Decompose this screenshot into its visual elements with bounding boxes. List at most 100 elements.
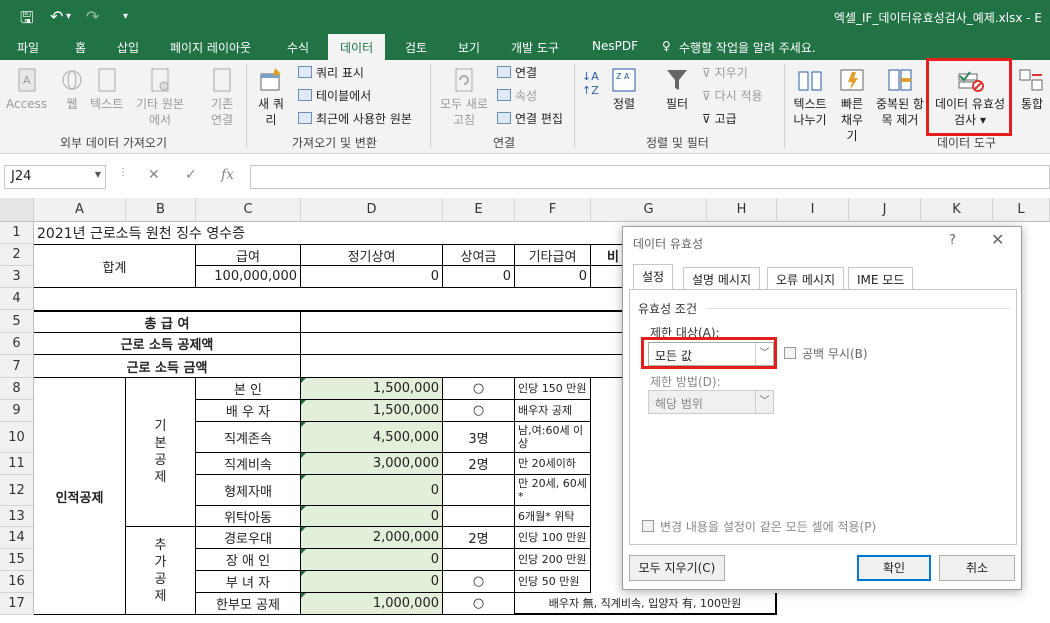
income-value[interactable] xyxy=(301,355,623,378)
tab-insert[interactable]: 삽입 xyxy=(117,39,139,56)
tab-developer[interactable]: 개발 도구 xyxy=(511,39,559,56)
item-name[interactable]: 직계존속 xyxy=(196,422,301,453)
item-note[interactable]: 만 20세, 60세* xyxy=(515,475,591,506)
row-header-14[interactable]: 14 xyxy=(0,527,34,549)
col-header-c[interactable]: C xyxy=(196,198,301,222)
row-header-5[interactable]: 5 xyxy=(0,310,34,333)
item-amount[interactable]: 1,000,000 xyxy=(301,593,443,615)
refresh-all-button[interactable]: 모두 새로 고침 xyxy=(436,66,492,128)
redo-icon[interactable]: ↷ xyxy=(86,7,99,26)
recent-sources-button[interactable]: 최근에 사용한 원본 xyxy=(298,110,412,128)
filter-button[interactable]: 필터 xyxy=(663,66,691,112)
chevron-down-icon[interactable]: ﹀ xyxy=(755,391,773,413)
connections-button[interactable]: 연결 xyxy=(497,64,537,82)
item-amount[interactable]: 1,500,000 xyxy=(301,400,443,422)
sort-button[interactable]: Z A 정렬 xyxy=(610,66,638,112)
item-note[interactable]: 인당 150 만원 xyxy=(515,378,591,400)
tab-data[interactable]: 데이터 xyxy=(328,34,386,60)
item-name[interactable]: 한부모 공제 xyxy=(196,593,301,615)
customize-qat-icon[interactable]: ▾ xyxy=(123,11,128,22)
item-note[interactable]: 인당 50 만원 xyxy=(515,571,591,593)
sheet-title[interactable]: 2021년 근로소득 원천 징수 영수증 xyxy=(34,222,334,244)
tab-ime-mode[interactable]: IME 모드 xyxy=(848,267,914,289)
formula-input[interactable] xyxy=(250,165,1050,189)
item-count[interactable]: 2명 xyxy=(443,527,515,549)
from-text-button[interactable]: 텍스트 xyxy=(90,66,123,112)
col-header-h[interactable]: H xyxy=(707,198,777,222)
bonus2-value[interactable]: 0 xyxy=(443,266,515,288)
row-header-9[interactable]: 9 xyxy=(0,400,34,422)
deduction-label[interactable]: 근로 소득 공제액 xyxy=(34,333,301,355)
item-name[interactable]: 부 녀 자 xyxy=(196,571,301,593)
name-box[interactable]: J24 ▼ xyxy=(4,165,106,189)
cancel-button[interactable]: 취소 xyxy=(939,555,1015,581)
text-to-columns-button[interactable]: 텍스트 나누기 xyxy=(790,66,830,128)
flash-fill-button[interactable]: 빠른 채우기 xyxy=(836,66,868,144)
tell-me-icon[interactable]: ♀ xyxy=(662,39,671,53)
col-header-d[interactable]: D xyxy=(301,198,443,222)
item-amount[interactable]: 0 xyxy=(301,571,443,593)
row-header-16[interactable]: 16 xyxy=(0,571,34,593)
item-count[interactable] xyxy=(443,475,515,506)
g-column-cells[interactable] xyxy=(591,378,623,593)
col-header-f[interactable]: F xyxy=(515,198,591,222)
tab-input-message[interactable]: 설명 메시지 xyxy=(683,267,761,289)
tab-file[interactable]: 파일 xyxy=(17,39,39,56)
apply-all-checkbox[interactable] xyxy=(642,520,654,532)
row-header-2[interactable]: 2 xyxy=(0,244,34,266)
col-header-g[interactable]: G xyxy=(591,198,707,222)
item-count[interactable]: ○ xyxy=(443,400,515,422)
show-queries-button[interactable]: 쿼리 표시 xyxy=(298,64,364,82)
truncated-header[interactable]: 비 xyxy=(591,244,623,266)
sort-az-button[interactable]: ↓A ↑Z xyxy=(582,70,599,98)
chevron-down-icon[interactable]: ▼ xyxy=(95,170,101,179)
extra-deduction-label[interactable]: 추가공제 xyxy=(126,527,196,615)
consolidate-button[interactable]: 통합 xyxy=(1014,66,1050,112)
reapply-button[interactable]: ⊽ 다시 적용 xyxy=(702,87,763,105)
row-header-7[interactable]: 7 xyxy=(0,355,34,378)
item-amount[interactable]: 0 xyxy=(301,549,443,571)
total-label[interactable]: 합계 xyxy=(34,244,196,288)
tell-me-box[interactable]: 수행할 작업을 알려 주세요. xyxy=(679,39,816,56)
item-count[interactable]: 2명 xyxy=(443,453,515,475)
item-count[interactable] xyxy=(443,549,515,571)
row-header-3[interactable]: 3 xyxy=(0,266,34,288)
row-header-12[interactable]: 12 xyxy=(0,475,34,506)
other-sources-button[interactable]: 기타 원본에서 xyxy=(132,66,188,128)
item-note-wide[interactable]: 배우자 無, 직계비속, 입양자 有, 100만원 xyxy=(515,593,777,615)
gross-pay-label[interactable]: 총 급 여 xyxy=(34,310,301,333)
item-name[interactable]: 배 우 자 xyxy=(196,400,301,422)
bonus-value[interactable]: 0 xyxy=(301,266,443,288)
item-note[interactable]: 인당 200 만원 xyxy=(515,549,591,571)
item-name[interactable]: 직계비속 xyxy=(196,453,301,475)
item-amount[interactable]: 3,000,000 xyxy=(301,453,443,475)
other-pay-header[interactable]: 기타급여 xyxy=(515,244,591,266)
item-note[interactable]: 6개월* 위탁 xyxy=(515,506,591,527)
item-count[interactable]: ○ xyxy=(443,378,515,400)
other-pay-value[interactable]: 0 xyxy=(515,266,591,288)
tab-home[interactable]: 홈 xyxy=(75,39,86,56)
item-name[interactable]: 본 인 xyxy=(196,378,301,400)
pay-value[interactable]: 100,000,000 xyxy=(196,266,301,288)
item-name[interactable]: 장 애 인 xyxy=(196,549,301,571)
row-header-10[interactable]: 10 xyxy=(0,422,34,453)
tab-formulas[interactable]: 수식 xyxy=(287,39,309,56)
properties-button[interactable]: 속성 xyxy=(497,87,537,105)
from-web-button[interactable]: 웹 xyxy=(58,66,86,112)
item-name[interactable]: 형제자매 xyxy=(196,475,301,506)
tab-view[interactable]: 보기 xyxy=(458,39,480,56)
tab-error-alert[interactable]: 오류 메시지 xyxy=(767,267,845,289)
item-note[interactable]: 인당 100 만원 xyxy=(515,527,591,549)
item-count[interactable]: ○ xyxy=(443,571,515,593)
new-query-button[interactable]: 새 쿼리 xyxy=(254,66,288,128)
ignore-blank-checkbox[interactable] xyxy=(784,347,796,359)
tab-review[interactable]: 검토 xyxy=(405,39,427,56)
data-validation-button[interactable]: 데이터 유효성 검사 ▾ xyxy=(930,66,1010,128)
item-amount[interactable]: 2,000,000 xyxy=(301,527,443,549)
col-header-e[interactable]: E xyxy=(443,198,515,222)
row-header-11[interactable]: 11 xyxy=(0,453,34,475)
item-amount[interactable]: 0 xyxy=(301,475,443,506)
row-header-4[interactable]: 4 xyxy=(0,288,34,310)
undo-dropdown-icon[interactable]: ▾ xyxy=(66,11,71,22)
existing-connections-button[interactable]: 기존 연결 xyxy=(206,66,238,128)
